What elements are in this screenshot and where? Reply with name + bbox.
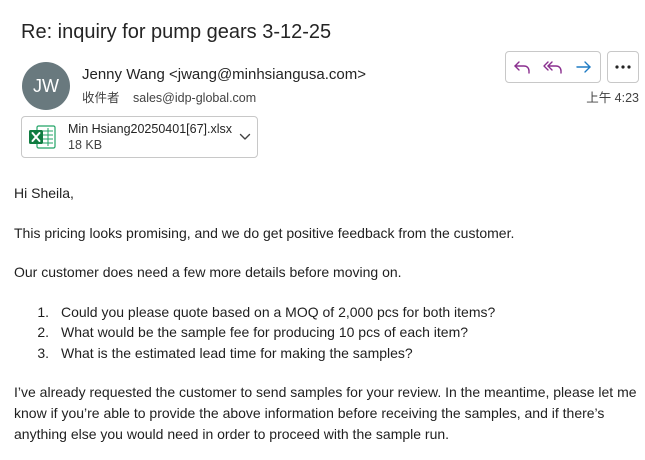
recipient-label: 收件者 <box>82 91 120 105</box>
attachment-card[interactable]: Min Hsiang20250401[67].xlsx 18 KB <box>21 116 258 158</box>
more-icon <box>615 65 631 69</box>
more-actions-button[interactable] <box>607 51 639 83</box>
email-subject: Re: inquiry for pump gears 3-12-25 <box>21 21 332 43</box>
excel-icon <box>29 125 56 149</box>
avatar[interactable]: JW <box>22 62 70 110</box>
body-paragraph-1: This pricing looks promising, and we do … <box>14 224 515 241</box>
list-item-number: 2. <box>37 324 49 340</box>
body-closing: I’ve already requested the customer to s… <box>14 384 637 442</box>
forward-button[interactable] <box>569 52 600 82</box>
recipient-address[interactable]: sales@idp-global.com <box>133 91 256 105</box>
list-item: 3. What is the estimated lead time for m… <box>14 343 642 364</box>
avatar-initials: JW <box>33 75 59 96</box>
forward-icon <box>576 61 592 73</box>
body-paragraph-2: Our customer does need a few more detail… <box>14 264 402 280</box>
reply-all-icon <box>543 61 562 74</box>
list-item-text: What is the estimated lead time for maki… <box>61 344 413 361</box>
body-greeting: Hi Sheila, <box>14 185 74 201</box>
message-timestamp: 上午 4:23 <box>586 91 639 105</box>
chevron-down-icon[interactable] <box>239 130 251 144</box>
recipient-row: 收件者 sales@idp-global.com <box>82 87 256 106</box>
question-list: 1. Could you please quote based on a MOQ… <box>14 302 642 364</box>
message-body: Hi Sheila, This pricing looks promising,… <box>14 183 642 445</box>
list-item-text: What would be the sample fee for produci… <box>61 324 469 340</box>
attachment-name: Min Hsiang20250401[67].xlsx <box>68 122 232 136</box>
list-item: 1. Could you please quote based on a MOQ… <box>14 302 642 323</box>
list-item: 2. What would be the sample fee for prod… <box>14 322 642 343</box>
reply-all-button[interactable] <box>537 52 568 82</box>
reply-icon <box>513 61 530 74</box>
sender-name[interactable]: Jenny Wang <jwang@minhsiangusa.com> <box>82 66 366 83</box>
list-item-text: Could you please quote based on a MOQ of… <box>61 303 496 320</box>
attachment-size: 18 KB <box>68 138 103 152</box>
list-item-number: 1. <box>37 303 49 320</box>
reply-button[interactable] <box>506 52 537 82</box>
message-actions <box>505 51 601 83</box>
list-item-number: 3. <box>37 344 49 361</box>
